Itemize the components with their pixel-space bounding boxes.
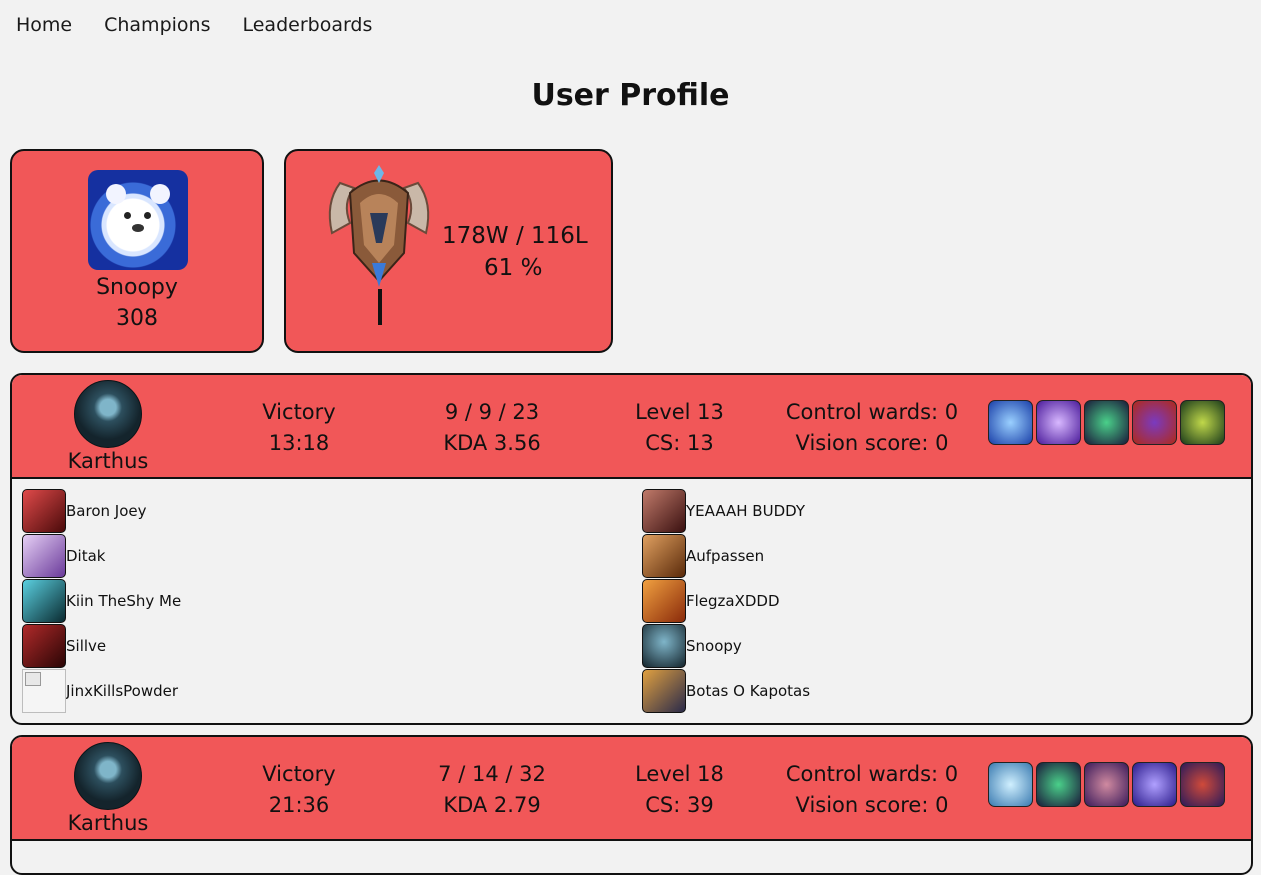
player-champion-icon: [642, 579, 686, 623]
player-champion-icon: [22, 489, 66, 533]
profile-icon: [88, 170, 188, 270]
item-icon: [988, 400, 1033, 445]
match-kda: 9 / 9 / 23 KDA 3.56: [422, 397, 562, 459]
match-result: Victory 13:18: [244, 397, 354, 459]
champion-icon: [74, 742, 142, 810]
item-icon: [1180, 762, 1225, 807]
item-list: [988, 762, 1225, 807]
nav-champions-link[interactable]: Champions: [104, 14, 210, 36]
player-name: Ditak: [66, 547, 106, 565]
item-icon: [1036, 762, 1081, 807]
player-name: FlegzaXDDD: [686, 592, 780, 610]
match-vision: Control wards: 0 Vision score: 0: [782, 397, 962, 459]
page-title: User Profile: [531, 78, 730, 113]
player-row[interactable]: Botas O Kapotas: [642, 669, 810, 713]
vision-score: Vision score: 0: [795, 431, 949, 455]
player-row[interactable]: YEAAAH BUDDY: [642, 489, 805, 533]
player-row[interactable]: JinxKillsPowder: [22, 669, 178, 713]
result-label: Victory: [262, 400, 336, 424]
player-champion-icon: [642, 624, 686, 668]
match-duration: 21:36: [268, 793, 330, 817]
control-wards: Control wards: 0: [785, 762, 959, 786]
creep-score: CS: 13: [645, 431, 714, 455]
creep-score: CS: 39: [645, 793, 714, 817]
match-card[interactable]: Karthus Victory 21:36 7 / 14 / 32 KDA 2.…: [10, 735, 1253, 875]
match-kda: 7 / 14 / 32 KDA 2.79: [422, 759, 562, 821]
player-row[interactable]: Snoopy: [642, 624, 742, 668]
player-name: Botas O Kapotas: [686, 682, 811, 700]
win-loss-record: 178W / 116L: [442, 223, 588, 249]
player-row[interactable]: Kiin TheShy Me: [22, 579, 181, 623]
rank-division-numeral: [378, 289, 382, 325]
player-row[interactable]: FlegzaXDDD: [642, 579, 780, 623]
summoner-name: Snoopy: [96, 275, 178, 300]
match-vision: Control wards: 0 Vision score: 0: [782, 759, 962, 821]
vision-score: Vision score: 0: [795, 793, 949, 817]
profile-card: Snoopy 308: [10, 149, 264, 353]
player-row[interactable]: Aufpassen: [642, 534, 764, 578]
match-result: Victory 21:36: [244, 759, 354, 821]
champion-level: Level 13: [635, 400, 724, 424]
champion-icon: [74, 380, 142, 448]
broken-image-icon: [22, 669, 66, 713]
summoner-level: 308: [116, 306, 158, 331]
player-champion-icon: [642, 534, 686, 578]
player-champion-icon: [22, 624, 66, 668]
player-row[interactable]: Sillve: [22, 624, 106, 668]
item-icon: [1132, 400, 1177, 445]
player-name: Baron Joey: [66, 502, 147, 520]
champion-level: Level 18: [635, 762, 724, 786]
player-name: YEAAAH BUDDY: [686, 502, 806, 520]
control-wards: Control wards: 0: [785, 400, 959, 424]
rank-card: 178W / 116L 61 %: [284, 149, 613, 353]
match-level-cs: Level 18 CS: 39: [622, 759, 737, 821]
player-champion-icon: [22, 579, 66, 623]
match-level-cs: Level 13 CS: 13: [622, 397, 737, 459]
player-champion-icon: [642, 669, 686, 713]
result-label: Victory: [262, 762, 336, 786]
rank-emblem-icon: [328, 165, 430, 287]
player-row[interactable]: Baron Joey: [22, 489, 146, 533]
player-name: Aufpassen: [686, 547, 765, 565]
player-champion-icon: [642, 489, 686, 533]
item-icon: [1084, 762, 1129, 807]
item-icon: [1084, 400, 1129, 445]
top-nav: Home Champions Leaderboards: [16, 14, 372, 36]
player-name: JinxKillsPowder: [66, 682, 179, 700]
match-players: Baron Joey Ditak Kiin TheShy Me Sillve J…: [12, 479, 1251, 723]
item-icon: [1036, 400, 1081, 445]
player-name: Sillve: [66, 637, 107, 655]
win-rate: 61 %: [484, 255, 543, 281]
item-icon: [1132, 762, 1177, 807]
kda-line: 9 / 9 / 23: [444, 400, 540, 424]
player-row[interactable]: Ditak: [22, 534, 105, 578]
champion-name: Karthus: [67, 449, 149, 473]
player-name: Snoopy: [686, 637, 742, 655]
nav-leaderboards-link[interactable]: Leaderboards: [242, 14, 372, 36]
item-list: [988, 400, 1225, 445]
kda-ratio: KDA 3.56: [443, 431, 541, 455]
champion-name: Karthus: [67, 811, 149, 835]
item-icon: [988, 762, 1033, 807]
player-name: Kiin TheShy Me: [66, 592, 182, 610]
match-card[interactable]: Karthus Victory 13:18 9 / 9 / 23 KDA 3.5…: [10, 373, 1253, 725]
item-icon: [1180, 400, 1225, 445]
kda-ratio: KDA 2.79: [443, 793, 541, 817]
match-header: Karthus Victory 13:18 9 / 9 / 23 KDA 3.5…: [12, 375, 1251, 479]
player-champion-icon: [22, 534, 66, 578]
match-header: Karthus Victory 21:36 7 / 14 / 32 KDA 2.…: [12, 737, 1251, 841]
match-duration: 13:18: [268, 431, 330, 455]
nav-home-link[interactable]: Home: [16, 14, 72, 36]
kda-line: 7 / 14 / 32: [438, 762, 546, 786]
